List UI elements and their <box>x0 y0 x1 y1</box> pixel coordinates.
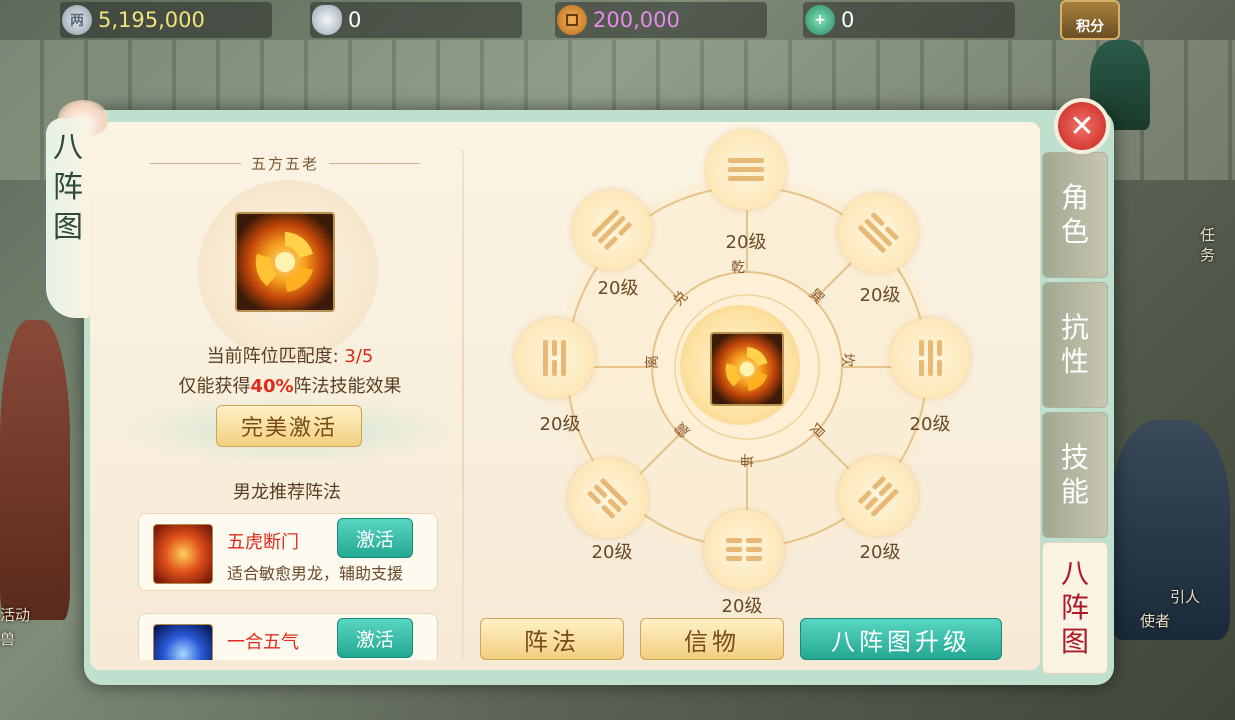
bagua-node-top[interactable] <box>706 130 786 210</box>
background-label-guide: 引人 <box>1170 588 1201 606</box>
tab-character[interactable]: 角色 <box>1042 152 1108 278</box>
background-label-activity: 活动 <box>0 606 31 624</box>
title-char-3: 图 <box>53 210 83 245</box>
bagua-node-level: 20级 <box>597 278 639 299</box>
gua-name-kan: 坎 <box>839 353 855 367</box>
trigram-icon <box>728 158 764 181</box>
trigram-icon <box>919 340 942 376</box>
tab-resistance[interactable]: 抗性 <box>1042 282 1108 408</box>
bagua-node-level: 20级 <box>909 414 951 435</box>
resource-ingot[interactable]: 0 <box>310 2 522 38</box>
tab-label: 角色 <box>1060 181 1089 248</box>
title-char-2: 阵 <box>53 170 83 205</box>
ingot-amount: 0 <box>348 8 362 32</box>
background-character-right <box>1110 420 1230 640</box>
formation-button[interactable]: 阵法 <box>480 618 624 660</box>
copper-amount: 200,000 <box>593 8 680 32</box>
activate-button[interactable]: 激活 <box>337 518 413 558</box>
swirl-icon <box>725 347 768 391</box>
trigram-icon <box>591 209 632 250</box>
resource-silver[interactable]: 两 5,195,000 <box>60 2 272 38</box>
trigram-icon <box>543 340 566 376</box>
bagua-node-level: 20级 <box>591 542 633 563</box>
token-button[interactable]: 信物 <box>640 618 784 660</box>
tab-bazhentu[interactable]: 八阵图 <box>1042 542 1108 674</box>
gua-name-qian: 乾 <box>731 260 745 276</box>
trigram-icon <box>858 212 899 253</box>
bagua-center-skill-icon[interactable] <box>710 332 784 406</box>
background-label-envoy: 使者 <box>1140 612 1171 630</box>
five-qi-formation-icon <box>153 624 213 660</box>
silver-amount: 5,195,000 <box>98 8 205 32</box>
tab-label: 技能 <box>1060 441 1089 508</box>
bazhentu-upgrade-button[interactable]: 八阵图升级 <box>800 618 1002 660</box>
bagua-node-right[interactable] <box>890 318 970 398</box>
background-character-left <box>0 320 70 620</box>
tab-label: 抗性 <box>1060 311 1089 378</box>
resource-copper[interactable]: 200,000 <box>555 2 767 38</box>
bagua-node-top-right[interactable] <box>838 193 918 273</box>
panel-title: 八 阵 图 <box>46 118 90 318</box>
bagua-node-left[interactable] <box>515 318 595 398</box>
recommend-item: 一合五气 激活 <box>138 613 438 660</box>
trigram-icon <box>726 538 762 561</box>
close-icon: ✕ <box>1069 108 1095 144</box>
gua-name-li: 离 <box>645 355 661 369</box>
jade-amount: 0 <box>841 8 855 32</box>
bagua-node-top-left[interactable] <box>572 190 652 270</box>
title-char-1: 八 <box>53 130 83 165</box>
recommend-item: 五虎断门 适合敏愈男龙，辅助支援 激活 <box>138 513 438 591</box>
bagua-node-bottom-left[interactable] <box>568 458 648 538</box>
bagua-node-level: 20级 <box>859 285 901 306</box>
recommend-name: 一合五气 <box>227 632 299 653</box>
trigram-icon <box>587 478 628 519</box>
resource-jade[interactable]: + 0 <box>803 2 1015 38</box>
tab-skills[interactable]: 技能 <box>1042 412 1108 538</box>
recommend-name: 五虎断门 <box>227 532 299 553</box>
tab-label: 八阵图 <box>1060 557 1089 658</box>
recommend-desc: 适合敏愈男龙，辅助支援 <box>227 564 404 583</box>
bagua-node-level: 20级 <box>721 596 763 617</box>
silver-coin-icon: 两 <box>62 5 92 35</box>
bagua-node-level: 20级 <box>859 542 901 563</box>
trigram-icon <box>858 476 899 517</box>
copper-coin-icon <box>557 5 587 35</box>
silver-ingot-icon <box>312 5 342 35</box>
activate-button[interactable]: 激活 <box>337 618 413 658</box>
jade-add-icon[interactable]: + <box>805 5 835 35</box>
bagua-node-level: 20级 <box>539 414 581 435</box>
bagua-node-bottom[interactable] <box>704 510 784 590</box>
bagua-node-level: 20级 <box>725 232 767 253</box>
score-button[interactable]: 积分 <box>1060 0 1120 40</box>
background-label-beast: 兽 <box>0 630 16 648</box>
gua-name-kun: 坤 <box>740 451 754 467</box>
close-button[interactable]: ✕ <box>1054 98 1110 154</box>
tiger-formation-icon <box>153 524 213 584</box>
bagua-node-bottom-right[interactable] <box>838 456 918 536</box>
background-label-task[interactable]: 任务 <box>1200 225 1220 265</box>
